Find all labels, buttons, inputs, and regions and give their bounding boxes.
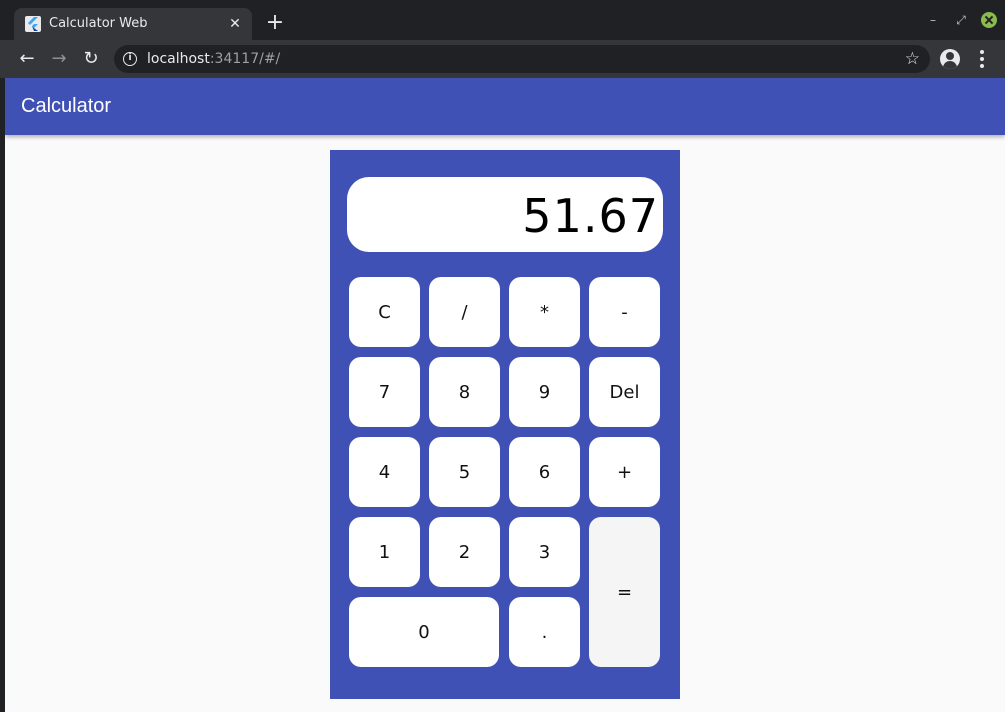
digit-4-key[interactable]: 4 (349, 437, 420, 507)
app-bar: Calculator (5, 78, 1005, 135)
new-tab-button[interactable]: + (264, 12, 286, 34)
digit-6-key[interactable]: 6 (509, 437, 580, 507)
digit-8-key[interactable]: 8 (429, 357, 500, 427)
multiply-key[interactable]: * (509, 277, 580, 347)
digit-3-key[interactable]: 3 (509, 517, 580, 587)
url-host: localhost (147, 51, 210, 67)
url-text: localhost:34117/#/ (147, 51, 280, 67)
digit-1-key[interactable]: 1 (349, 517, 420, 587)
flutter-favicon-icon (25, 16, 41, 32)
tab-title: Calculator Web (49, 16, 148, 31)
site-info-icon[interactable]: i (123, 52, 137, 66)
browser-toolbar: ← → ↻ i localhost:34117/#/ ☆ (0, 40, 1005, 78)
url-path: :34117/#/ (209, 51, 281, 67)
divide-key[interactable]: / (429, 277, 500, 347)
browser-tab[interactable]: Calculator Web ✕ (14, 8, 252, 42)
add-key[interactable]: + (589, 437, 660, 507)
minimize-window-button[interactable]: – (925, 12, 941, 28)
digit-2-key[interactable]: 2 (429, 517, 500, 587)
forward-button[interactable]: → (48, 48, 70, 70)
digit-9-key[interactable]: 9 (509, 357, 580, 427)
tab-close-icon[interactable]: ✕ (226, 15, 244, 33)
window-controls: – ⤢ (925, 12, 997, 28)
decimal-key[interactable]: . (509, 597, 580, 667)
profile-avatar-icon[interactable] (940, 49, 960, 69)
browser-menu-icon[interactable] (980, 50, 984, 68)
address-bar[interactable]: i localhost:34117/#/ ☆ (114, 45, 930, 73)
subtract-key[interactable]: - (589, 277, 660, 347)
digit-5-key[interactable]: 5 (429, 437, 500, 507)
clear-key[interactable]: C (349, 277, 420, 347)
digit-7-key[interactable]: 7 (349, 357, 420, 427)
back-button[interactable]: ← (16, 48, 38, 70)
close-window-button[interactable] (981, 12, 997, 28)
page-viewport: Calculator 51.67 C / * - 7 8 9 Del 4 5 6… (5, 78, 1005, 712)
browser-tab-strip: Calculator Web ✕ + – ⤢ (0, 0, 1005, 42)
calculator-panel: 51.67 C / * - 7 8 9 Del 4 5 6 + 1 2 3 = … (330, 150, 680, 699)
equals-key[interactable]: = (589, 517, 660, 667)
calculator-display: 51.67 (347, 177, 663, 252)
reload-button[interactable]: ↻ (80, 48, 102, 70)
delete-key[interactable]: Del (589, 357, 660, 427)
digit-0-key[interactable]: 0 (349, 597, 499, 667)
bookmark-star-icon[interactable]: ☆ (905, 49, 920, 69)
restore-window-button[interactable]: ⤢ (953, 12, 969, 28)
app-title: Calculator (21, 95, 112, 117)
display-value: 51.67 (522, 189, 659, 243)
